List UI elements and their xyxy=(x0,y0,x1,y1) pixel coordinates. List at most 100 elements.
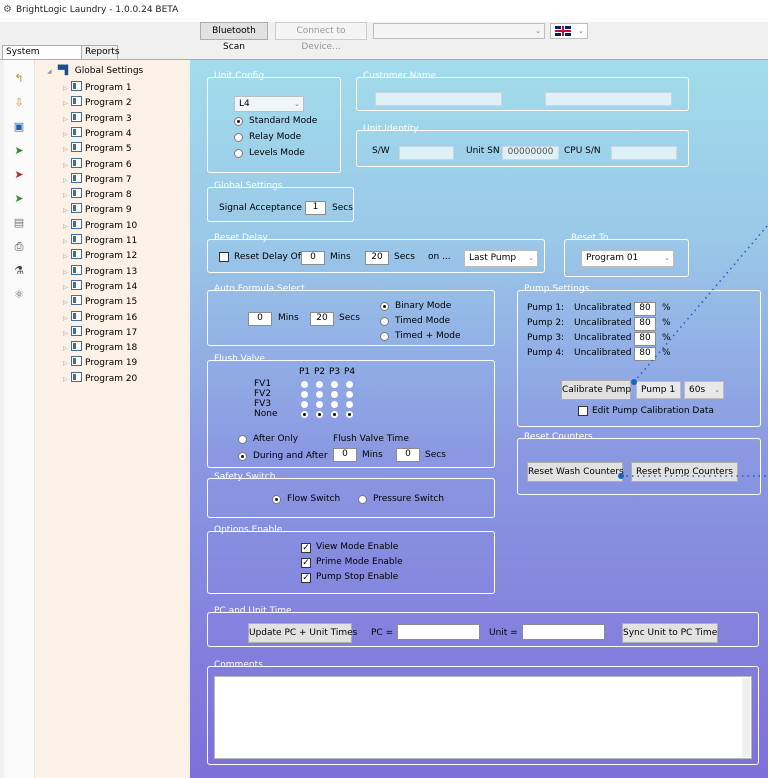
tree-node-program[interactable]: ▷ Program 12 xyxy=(63,249,137,261)
expand-arrow-icon[interactable]: ▷ xyxy=(63,162,71,169)
tree-node-label: Program 19 xyxy=(85,358,138,369)
tree-node-label: Global Settings xyxy=(74,66,144,76)
program-icon xyxy=(71,371,82,382)
program-icon xyxy=(71,264,82,275)
expand-arrow-icon[interactable]: ◢ xyxy=(47,68,55,75)
tree-node-program[interactable]: ▷ Program 7 xyxy=(63,172,132,185)
uk-flag-icon xyxy=(555,26,571,36)
expand-arrow-icon[interactable]: ▷ xyxy=(63,315,71,322)
title-bar: ⚙ BrightLogic Laundry - 1.0.0.24 BETA xyxy=(0,0,768,22)
program-icon xyxy=(71,126,82,137)
tree-node-global-settings[interactable]: ◢ ▀▌ Global Settings xyxy=(47,66,143,76)
connect-to-device-button[interactable]: Connect to Device... xyxy=(275,22,367,52)
tree-node-program[interactable]: ▷ Program 8 xyxy=(63,188,132,200)
expand-arrow-icon[interactable]: ▷ xyxy=(63,376,71,383)
expand-arrow-icon[interactable]: ▷ xyxy=(63,177,71,184)
receive-icon[interactable]: ➤ xyxy=(12,168,26,182)
tree-node-program[interactable]: ▷ Program 11 xyxy=(63,234,137,246)
tree-node-label: Program 7 xyxy=(85,174,132,185)
tab-bar: System Settings Reports xyxy=(0,45,768,70)
program-icon xyxy=(71,249,82,260)
tree-node-program[interactable]: ▷ Program 16 xyxy=(63,310,138,323)
tree-node-program[interactable]: ▷ Program 14 xyxy=(63,279,138,292)
tree-node-program[interactable]: ▷ Program 1 xyxy=(63,81,132,93)
tree-node-label: Program 20 xyxy=(85,373,138,384)
expand-arrow-icon[interactable]: ▷ xyxy=(63,269,71,276)
tab-system-settings[interactable]: System Settings xyxy=(2,45,82,70)
tree-node-label: Program 5 xyxy=(85,144,132,155)
flask-icon[interactable]: ⚗ xyxy=(12,264,26,278)
tree-node-program[interactable]: ▷ Program 10 xyxy=(63,218,137,231)
bluetooth-scan-button[interactable]: Bluetooth Scan xyxy=(200,22,268,52)
tree-node-program[interactable]: ▷ Program 3 xyxy=(63,111,132,124)
device-select[interactable]: ⌄ xyxy=(373,23,545,39)
tree-node-label: Program 6 xyxy=(85,159,132,170)
expand-arrow-icon[interactable]: ▷ xyxy=(63,116,71,123)
expand-arrow-icon[interactable]: ▷ xyxy=(63,85,71,92)
tree-node-label: Program 18 xyxy=(85,343,138,354)
annotation-line-calibrate xyxy=(633,224,768,383)
expand-arrow-icon[interactable]: ▷ xyxy=(63,345,71,352)
tree-node-label: Program 9 xyxy=(85,205,132,216)
tree-node-program[interactable]: ▷ Program 18 xyxy=(63,341,137,353)
tree-node-program[interactable]: ▷ Program 4 xyxy=(63,126,132,139)
program-icon xyxy=(71,96,82,107)
expand-arrow-icon[interactable]: ▷ xyxy=(63,223,71,230)
settings-tree: ◢ ▀▌ Global Settings ▷ Program 1 ▷ Program … xyxy=(35,60,188,778)
language-select[interactable]: ⌄ xyxy=(550,23,588,39)
annotation-dot-reset xyxy=(618,473,624,479)
expand-arrow-icon[interactable]: ▷ xyxy=(63,207,71,214)
expand-arrow-icon[interactable]: ▷ xyxy=(63,253,71,260)
calculator-icon[interactable]: ▤ xyxy=(12,216,26,230)
program-icon xyxy=(71,295,82,306)
program-icon xyxy=(71,310,82,321)
app-title: BrightLogic Laundry - 1.0.0.24 BETA xyxy=(16,5,179,15)
expand-arrow-icon[interactable]: ▷ xyxy=(63,299,71,306)
chemical-icon[interactable]: ⚛ xyxy=(12,288,26,302)
program-icon xyxy=(71,218,82,229)
settings-panel: Unit Config L4 ⌄ Standard Mode Relay Mod… xyxy=(190,60,768,778)
tree-node-program[interactable]: ▷ Program 13 xyxy=(63,264,137,277)
expand-arrow-icon[interactable]: ▷ xyxy=(63,284,71,291)
download-icon[interactable]: ⇩ xyxy=(12,96,26,110)
expand-arrow-icon[interactable]: ▷ xyxy=(63,192,71,199)
print-icon[interactable]: ⎙ xyxy=(12,240,26,254)
tree-node-program[interactable]: ▷ Program 2 xyxy=(63,96,132,108)
expand-arrow-icon[interactable]: ▷ xyxy=(63,100,71,107)
annotation-dot-calibrate xyxy=(631,379,637,385)
program-icon xyxy=(71,142,82,153)
program-icon xyxy=(71,325,82,336)
tree-node-label: Program 8 xyxy=(85,190,132,201)
tree-node-program[interactable]: ▷ Program 17 xyxy=(63,325,138,338)
tree-node-label: Program 12 xyxy=(85,251,138,262)
upload-icon[interactable]: ↰ xyxy=(12,72,26,86)
tree-node-program[interactable]: ▷ Program 9 xyxy=(63,203,132,215)
send-icon[interactable]: ➤ xyxy=(12,144,26,158)
expand-arrow-icon[interactable]: ▷ xyxy=(63,238,71,245)
toolbar: Bluetooth Scan Connect to Device... ⌄ ⌄ xyxy=(0,22,768,52)
global-settings-icon: ▀▌ xyxy=(57,66,72,76)
expand-arrow-icon[interactable]: ▷ xyxy=(63,330,71,337)
program-icon xyxy=(71,356,82,367)
chevron-down-icon: ⌄ xyxy=(578,27,584,35)
tree-node-program[interactable]: ▷ Program 5 xyxy=(63,142,132,154)
expand-arrow-icon[interactable]: ▷ xyxy=(63,131,71,138)
tab-reports[interactable]: Reports xyxy=(81,45,120,60)
sidebar-toolbar: ↰ ⇩ ▣ ➤ ➤ ➤ ▤ ⎙ ⚗ ⚛ xyxy=(4,60,35,778)
tree-node-label: Program 2 xyxy=(85,98,132,109)
app-icon: ⚙ xyxy=(3,4,12,15)
tree-node-program[interactable]: ▷ Program 6 xyxy=(63,157,132,170)
tree-node-label: Program 17 xyxy=(85,327,138,338)
program-icon xyxy=(71,81,82,91)
tree-node-program[interactable]: ▷ Program 20 xyxy=(63,371,138,384)
expand-arrow-icon[interactable]: ▷ xyxy=(63,360,71,367)
program-icon xyxy=(71,188,82,199)
tree-node-program[interactable]: ▷ Program 15 xyxy=(63,295,137,307)
tree-node-label: Program 16 xyxy=(85,312,138,323)
tree-node-program[interactable]: ▷ Program 19 xyxy=(63,356,137,368)
save-icon[interactable]: ▣ xyxy=(12,120,26,134)
transfer-icon[interactable]: ➤ xyxy=(12,192,26,206)
tree-node-label: Program 14 xyxy=(85,281,138,292)
program-icon xyxy=(71,234,82,244)
expand-arrow-icon[interactable]: ▷ xyxy=(63,146,71,153)
